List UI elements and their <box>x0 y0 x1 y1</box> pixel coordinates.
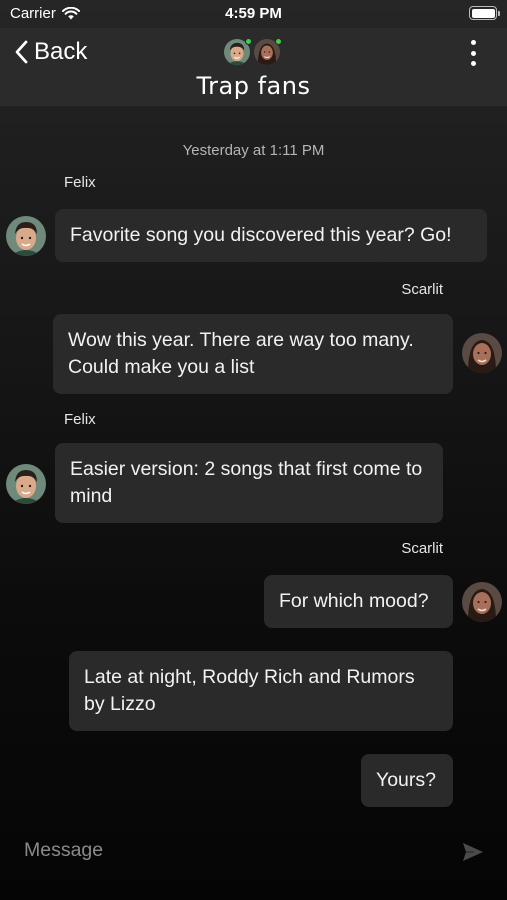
send-icon[interactable] <box>461 840 485 864</box>
group-avatars <box>224 38 282 65</box>
message-sender-name: Scarlit <box>401 281 443 298</box>
more-options-button[interactable] <box>469 40 477 66</box>
chat-title: Trap fans <box>196 72 311 100</box>
battery-icon <box>469 6 500 20</box>
avatar-scarlit[interactable] <box>462 582 502 622</box>
conversation-timestamp: Yesterday at 1:11 PM <box>182 142 325 159</box>
status-time: 4:59 PM <box>225 5 282 22</box>
message-input[interactable]: Message <box>24 839 103 862</box>
back-button[interactable]: Back <box>14 38 87 66</box>
message-bubble[interactable]: Late at night, Roddy Rich and Rumors by … <box>69 651 453 731</box>
online-status-dot <box>245 38 252 45</box>
message-bubble[interactable]: Easier version: 2 songs that first come … <box>55 443 443 523</box>
status-bar: Carrier 4:59 PM <box>0 0 507 28</box>
participant-avatar-felix <box>224 38 252 65</box>
chevron-left-icon <box>15 40 28 64</box>
participant-avatar-scarlit <box>254 38 282 65</box>
avatar-felix[interactable] <box>6 464 46 504</box>
back-label: Back <box>34 38 88 65</box>
message-bubble[interactable]: For which mood? <box>264 575 453 628</box>
avatar-felix[interactable] <box>6 216 46 256</box>
message-bubble[interactable]: Yours? <box>361 754 453 807</box>
navigation-bar: Back Trap fans <box>0 28 507 106</box>
message-composer: Message <box>0 822 507 882</box>
chat-screen: Carrier 4:59 PM Back Trap fans Yesterday… <box>0 0 507 900</box>
more-vertical-icon <box>470 40 476 45</box>
message-sender-name: Felix <box>64 411 96 428</box>
message-bubble[interactable]: Favorite song you discovered this year? … <box>55 209 487 262</box>
message-sender-name: Felix <box>64 174 96 191</box>
message-bubble[interactable]: Wow this year. There are way too many. C… <box>53 314 453 394</box>
avatar-scarlit[interactable] <box>462 333 502 373</box>
online-status-dot <box>275 38 282 45</box>
message-sender-name: Scarlit <box>401 540 443 557</box>
